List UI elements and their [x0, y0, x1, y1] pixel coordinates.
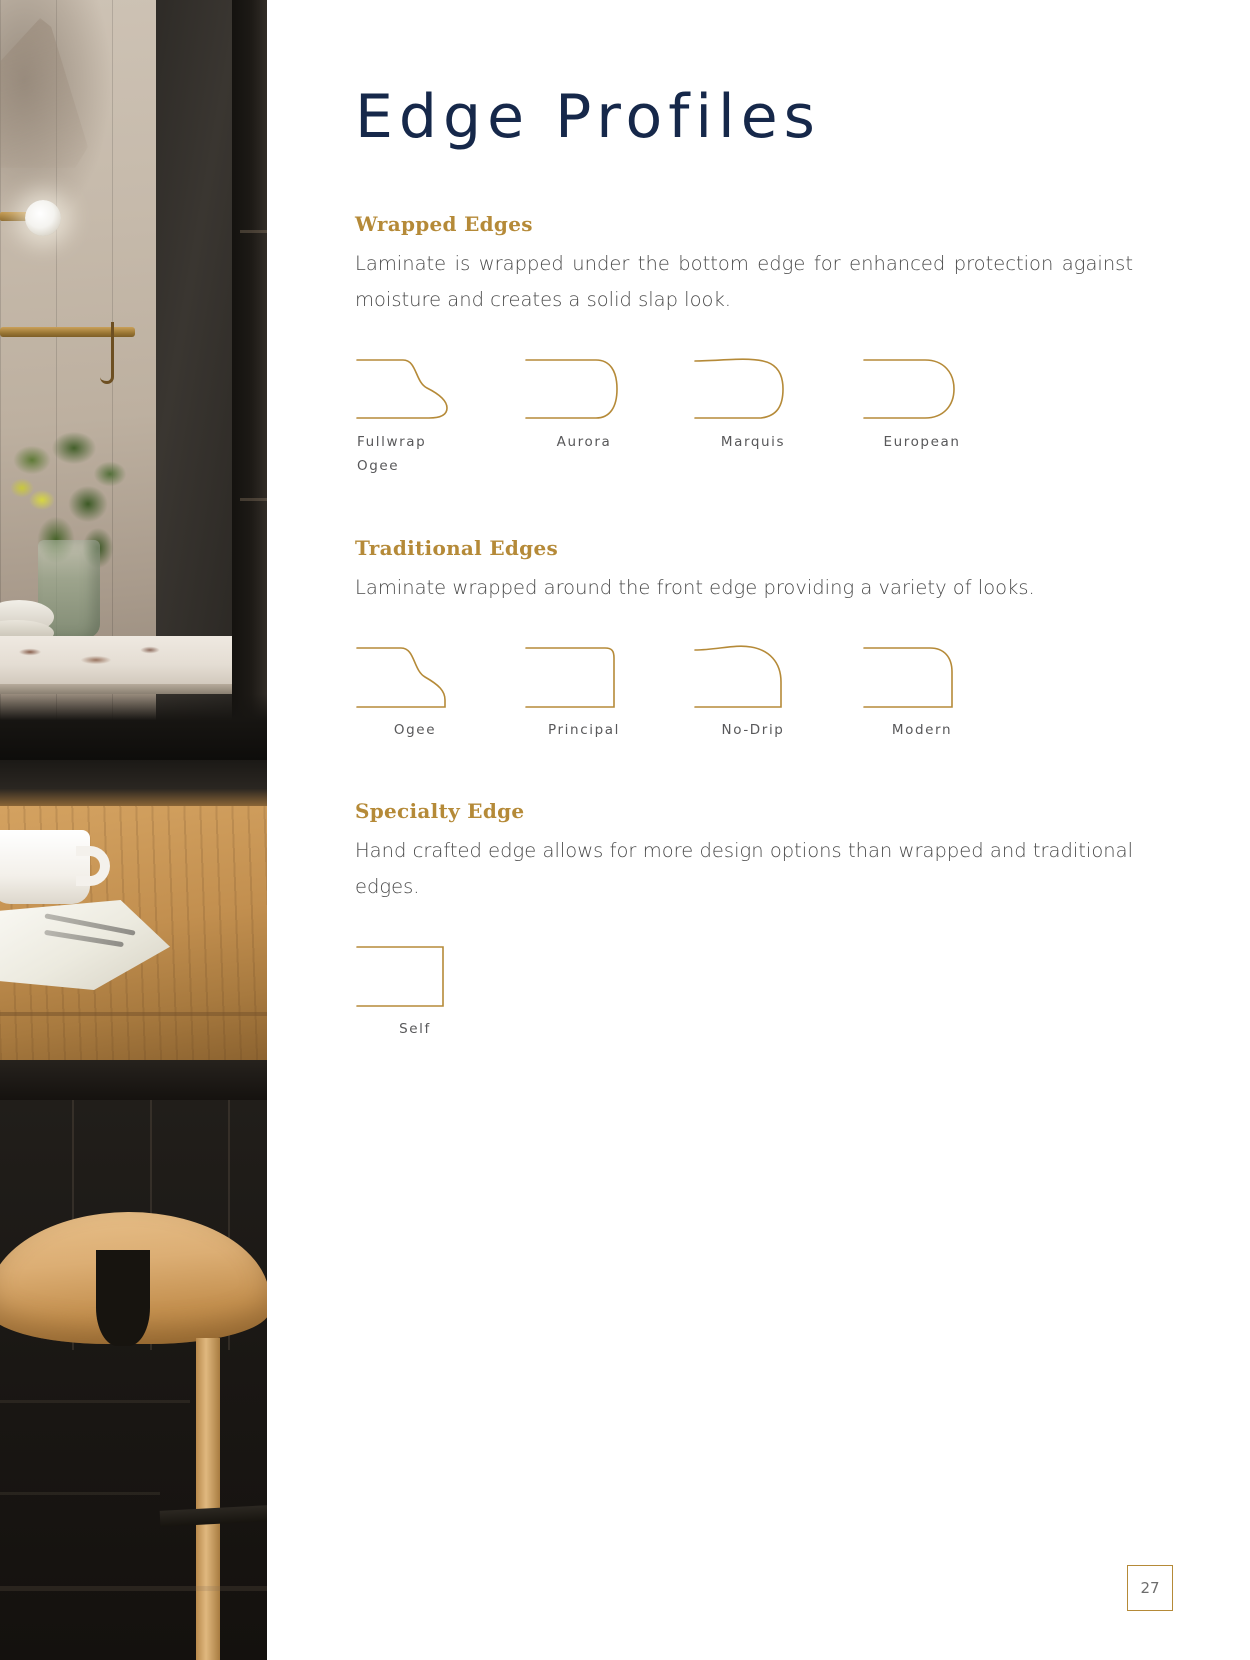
profile-marquis[interactable]: Marquis	[693, 352, 862, 478]
cabinet-panel-line	[0, 1492, 160, 1495]
cabinet-seam	[240, 498, 267, 501]
chair-back-notch	[96, 1250, 150, 1346]
profile-label: Fullwrap Ogee	[357, 434, 427, 474]
dark-cabinetry	[0, 1100, 267, 1660]
page-title: Edge Profiles	[355, 82, 821, 152]
profile-aurora[interactable]: Aurora	[524, 352, 693, 478]
profile-label: No-Drip	[721, 722, 785, 739]
counter-backdrop-overlay	[0, 760, 267, 806]
profile-no-drip[interactable]: No-Drip	[693, 640, 862, 743]
section-body-traditional: Laminate wrapped around the front edge p…	[355, 576, 1035, 600]
fullwrap-ogee-shape-icon	[356, 359, 448, 419]
profile-self[interactable]: Self	[355, 939, 524, 1042]
cabinet-edge	[232, 0, 267, 760]
profile-label: Ogee	[393, 722, 437, 739]
aurora-shape-icon	[525, 359, 618, 419]
profile-row-specialty: Self	[355, 939, 1145, 1042]
section-body-specialty: Hand crafted edge allows for more design…	[355, 839, 1133, 899]
profile-row-wrapped: Fullwrap Ogee Aurora Marquis European	[355, 352, 1145, 478]
no-drip-shape-icon	[694, 645, 782, 709]
profile-label: Principal	[548, 722, 620, 739]
profile-label: Self	[399, 1021, 431, 1038]
profile-principal[interactable]: Principal	[524, 640, 693, 743]
section-traditional-edges: Traditional Edges Laminate wrapped aroun…	[355, 536, 1145, 743]
profile-ogee[interactable]: Ogee	[355, 640, 524, 743]
marble-countertop	[0, 636, 232, 688]
photo-panel-wood-counter	[0, 760, 267, 1100]
section-heading-traditional: Traditional Edges	[355, 536, 559, 561]
photo-panel-chair	[0, 1100, 267, 1660]
section-body-wrapped: Laminate is wrapped under the bottom edg…	[355, 252, 1133, 312]
marquis-shape-icon	[694, 358, 784, 419]
section-heading-wrapped: Wrapped Edges	[355, 212, 533, 236]
cabinet-panel-line	[0, 1400, 190, 1403]
section-heading-specialty: Specialty Edge	[355, 799, 525, 824]
brass-hook-icon	[100, 322, 114, 384]
cabinet-seam	[240, 230, 267, 233]
floor-line	[0, 1586, 267, 1591]
self-shape-icon	[356, 946, 444, 1007]
lower-shadow	[0, 1060, 267, 1100]
profile-row-traditional: Ogee Principal No-Drip Modern	[355, 640, 1145, 743]
ogee-shape-icon	[356, 647, 446, 709]
pendant-bulb-icon	[25, 200, 61, 236]
profile-label: Marquis	[720, 434, 786, 451]
page-number: 27	[1140, 1579, 1160, 1597]
profile-label: Modern	[891, 722, 953, 739]
section-wrapped-edges: Wrapped Edges Laminate is wrapped under …	[355, 212, 1145, 478]
counter-front-edge	[0, 1012, 267, 1016]
countertop-edge	[0, 684, 232, 694]
profile-european[interactable]: European	[862, 352, 1031, 478]
photo-strip	[0, 0, 267, 1660]
european-shape-icon	[863, 359, 955, 419]
profile-label: European	[883, 434, 961, 451]
page-content: Edge Profiles Wrapped Edges Laminate is …	[355, 0, 1145, 1660]
profile-modern[interactable]: Modern	[862, 640, 1031, 743]
modern-shape-icon	[863, 647, 953, 709]
profile-fullwrap-ogee[interactable]: Fullwrap Ogee	[355, 352, 524, 478]
brass-rail	[0, 327, 135, 337]
under-counter-shadow	[0, 694, 267, 760]
chair-leg	[196, 1338, 220, 1660]
profile-label: Aurora	[556, 434, 612, 451]
photo-panel-kitchen-wall	[0, 0, 267, 760]
page-number-badge: 27	[1127, 1565, 1173, 1611]
section-specialty-edge: Specialty Edge Hand crafted edge allows …	[355, 799, 1145, 1042]
principal-shape-icon	[525, 647, 615, 709]
